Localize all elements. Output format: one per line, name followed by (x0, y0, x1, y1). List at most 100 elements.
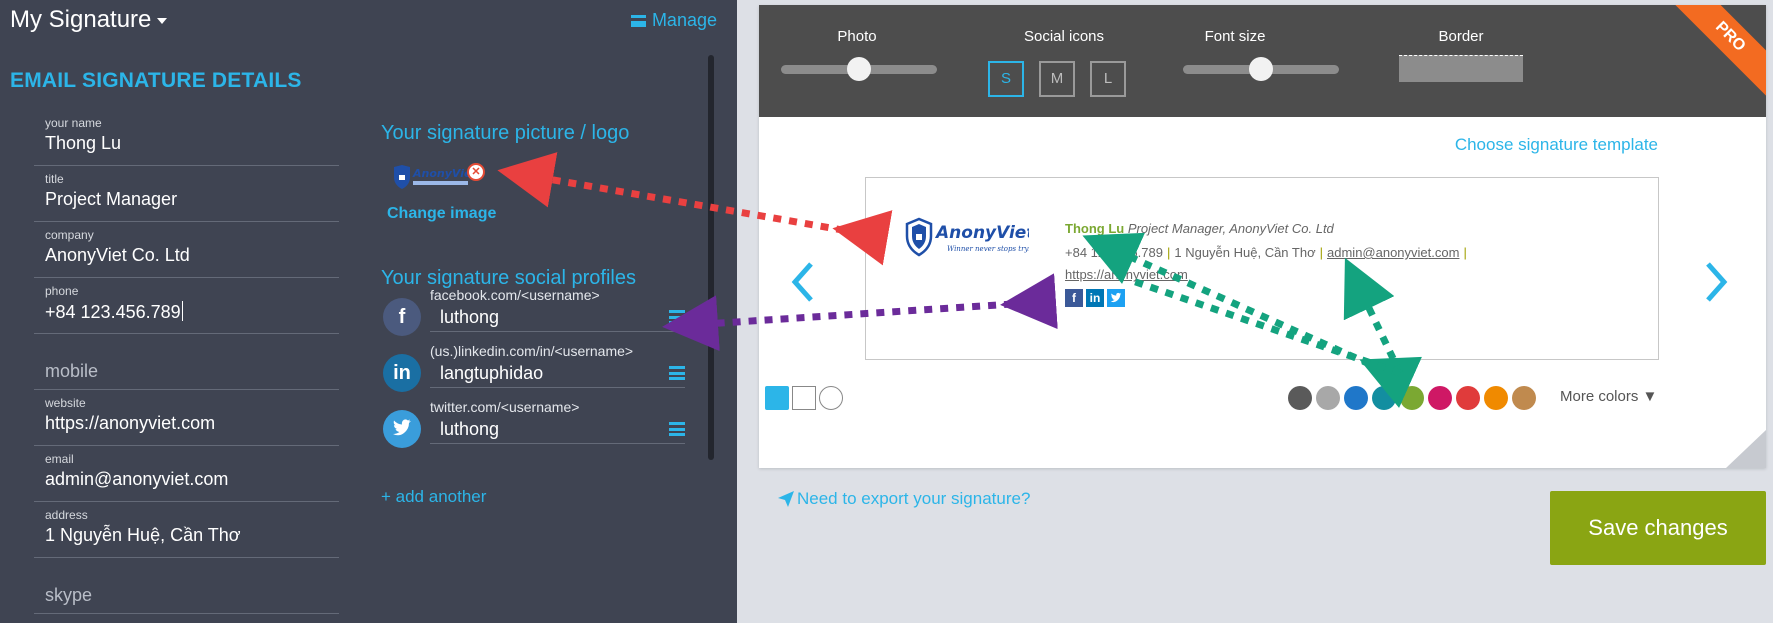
signature-editor-card: Photo Social icons S M L Font size Borde… (759, 5, 1766, 468)
export-label: Need to export your signature? (797, 489, 1031, 508)
twitter-icon (1107, 289, 1125, 307)
pro-badge: PRO (1662, 5, 1766, 105)
color-swatch[interactable] (1428, 386, 1452, 410)
field-label: company (45, 228, 94, 242)
save-changes-button[interactable]: Save changes (1550, 491, 1766, 565)
title-field[interactable]: title Project Manager (34, 166, 339, 222)
field-value: Project Manager (45, 189, 178, 209)
border-selector[interactable] (1399, 55, 1523, 82)
field-value: +84 123.456.789 (45, 301, 183, 323)
color-swatch[interactable] (1484, 386, 1508, 410)
facebook-icon: f (383, 298, 421, 336)
preview-phone: +84 123.456.789 (1065, 245, 1163, 260)
chevron-down-icon: ▼ (1642, 388, 1658, 405)
social-hint: twitter.com/<username> (430, 399, 580, 415)
slider-knob[interactable] (1249, 57, 1273, 81)
photo-slider[interactable] (781, 57, 937, 81)
details-form: your name Thong Lu title Project Manager… (34, 110, 339, 614)
layout-circle-option[interactable] (819, 386, 843, 410)
logo-tagline: Winner never stops trying (947, 245, 1029, 253)
design-toolbar: Photo Social icons S M L Font size Borde… (759, 5, 1766, 117)
page-curl (1726, 430, 1766, 468)
address-field[interactable]: address 1 Nguyễn Huệ, Cần Thơ (34, 502, 339, 558)
field-label: website (45, 396, 86, 410)
chevron-down-icon (157, 17, 168, 24)
manage-button[interactable]: Manage (630, 10, 717, 31)
color-swatch[interactable] (1400, 386, 1424, 410)
social-hint: facebook.com/<username> (430, 287, 600, 303)
font-size-slider[interactable] (1183, 57, 1339, 81)
field-label: address (45, 508, 88, 522)
mobile-field[interactable]: mobile (34, 334, 339, 390)
social-value: luthong (440, 419, 500, 439)
email-field[interactable]: email admin@anonyviet.com (34, 446, 339, 502)
field-value: AnonyViet Co. Ltd (45, 245, 190, 265)
social-hint: (us.)linkedin.com/in/<username> (430, 343, 634, 359)
color-swatch[interactable] (1344, 386, 1368, 410)
skype-field[interactable]: skype (34, 558, 339, 614)
drag-handle-icon[interactable] (669, 422, 685, 436)
name-field[interactable]: your name Thong Lu (34, 110, 339, 166)
field-label: phone (45, 284, 79, 298)
slider-knob[interactable] (847, 57, 871, 81)
company-field[interactable]: company AnonyViet Co. Ltd (34, 222, 339, 278)
change-image-link[interactable]: Change image (387, 205, 496, 223)
layout-square-option[interactable] (792, 386, 816, 410)
field-value: Thong Lu (45, 133, 122, 153)
website-field[interactable]: website https://anonyviet.com (34, 390, 339, 446)
color-swatch[interactable] (1316, 386, 1340, 410)
signature-logo: AnonyViet Winner never stops trying (905, 217, 1029, 257)
export-signature-link[interactable]: Need to export your signature? (777, 489, 1030, 509)
signature-selector[interactable]: My Signature (10, 6, 168, 34)
layout-filled-option[interactable] (765, 386, 789, 410)
size-s-button[interactable]: S (988, 61, 1024, 97)
linkedin-icon: in (1086, 289, 1104, 307)
preview-address: 1 Nguyễn Huệ, Cần Thơ (1174, 245, 1316, 260)
color-swatch[interactable] (1372, 386, 1396, 410)
color-swatch[interactable] (1456, 386, 1480, 410)
logo-text: AnonyViet (934, 223, 1029, 243)
field-value: https://anonyviet.com (45, 413, 216, 433)
input-underline (430, 331, 685, 332)
field-value-text: +84 123.456.789 (45, 302, 181, 322)
drag-handle-icon[interactable] (669, 366, 685, 380)
input-underline (430, 387, 685, 388)
more-colors-dropdown[interactable]: More colors ▼ (1560, 388, 1657, 405)
border-label: Border (1438, 28, 1484, 45)
more-colors-label: More colors (1560, 388, 1639, 405)
menu-icon (630, 14, 646, 27)
field-value: 1 Nguyễn Huệ, Cần Thơ (45, 525, 241, 545)
social-row-twitter[interactable]: twitter.com/<username> luthong (383, 399, 685, 455)
size-l-button[interactable]: L (1090, 61, 1126, 97)
social-row-facebook[interactable]: f facebook.com/<username> luthong (383, 287, 685, 343)
social-value: langtuphidao (440, 363, 544, 383)
scrollbar[interactable] (708, 55, 714, 460)
separator: | (1319, 245, 1324, 260)
preview-name: Thong Lu (1065, 221, 1125, 236)
field-label: email (45, 452, 74, 466)
social-value: luthong (440, 307, 500, 327)
field-label: title (45, 172, 64, 186)
add-another-link[interactable]: + add another (381, 487, 486, 507)
remove-image-icon[interactable]: ✕ (467, 163, 485, 181)
field-placeholder: mobile (45, 361, 99, 381)
phone-field[interactable]: phone +84 123.456.789 (34, 278, 339, 334)
next-template-icon[interactable] (1704, 260, 1730, 314)
separator: | (1166, 245, 1171, 260)
preview-name-line: Thong Lu Project Manager, AnonyViet Co. … (1065, 221, 1334, 236)
preview-contact-line: +84 123.456.789 | 1 Nguyễn Huệ, Cần Thơ | ad… (1065, 245, 1471, 260)
drag-handle-icon[interactable] (669, 310, 685, 324)
prev-template-icon[interactable] (789, 260, 815, 314)
color-swatch[interactable] (1512, 386, 1536, 410)
twitter-icon (383, 410, 421, 448)
field-placeholder: skype (45, 585, 93, 605)
size-m-button[interactable]: M (1039, 61, 1075, 97)
field-value: admin@anonyviet.com (45, 469, 229, 489)
preview-website: https://anonyviet.com (1065, 267, 1188, 282)
choose-template-link[interactable]: Choose signature template (1455, 135, 1658, 155)
color-swatch[interactable] (1288, 386, 1312, 410)
signature-preview: AnonyViet Winner never stops trying Thon… (865, 177, 1659, 360)
input-underline (430, 443, 685, 444)
signature-title: My Signature (10, 6, 152, 33)
social-row-linkedin[interactable]: in (us.)linkedin.com/in/<username> langt… (383, 343, 685, 399)
